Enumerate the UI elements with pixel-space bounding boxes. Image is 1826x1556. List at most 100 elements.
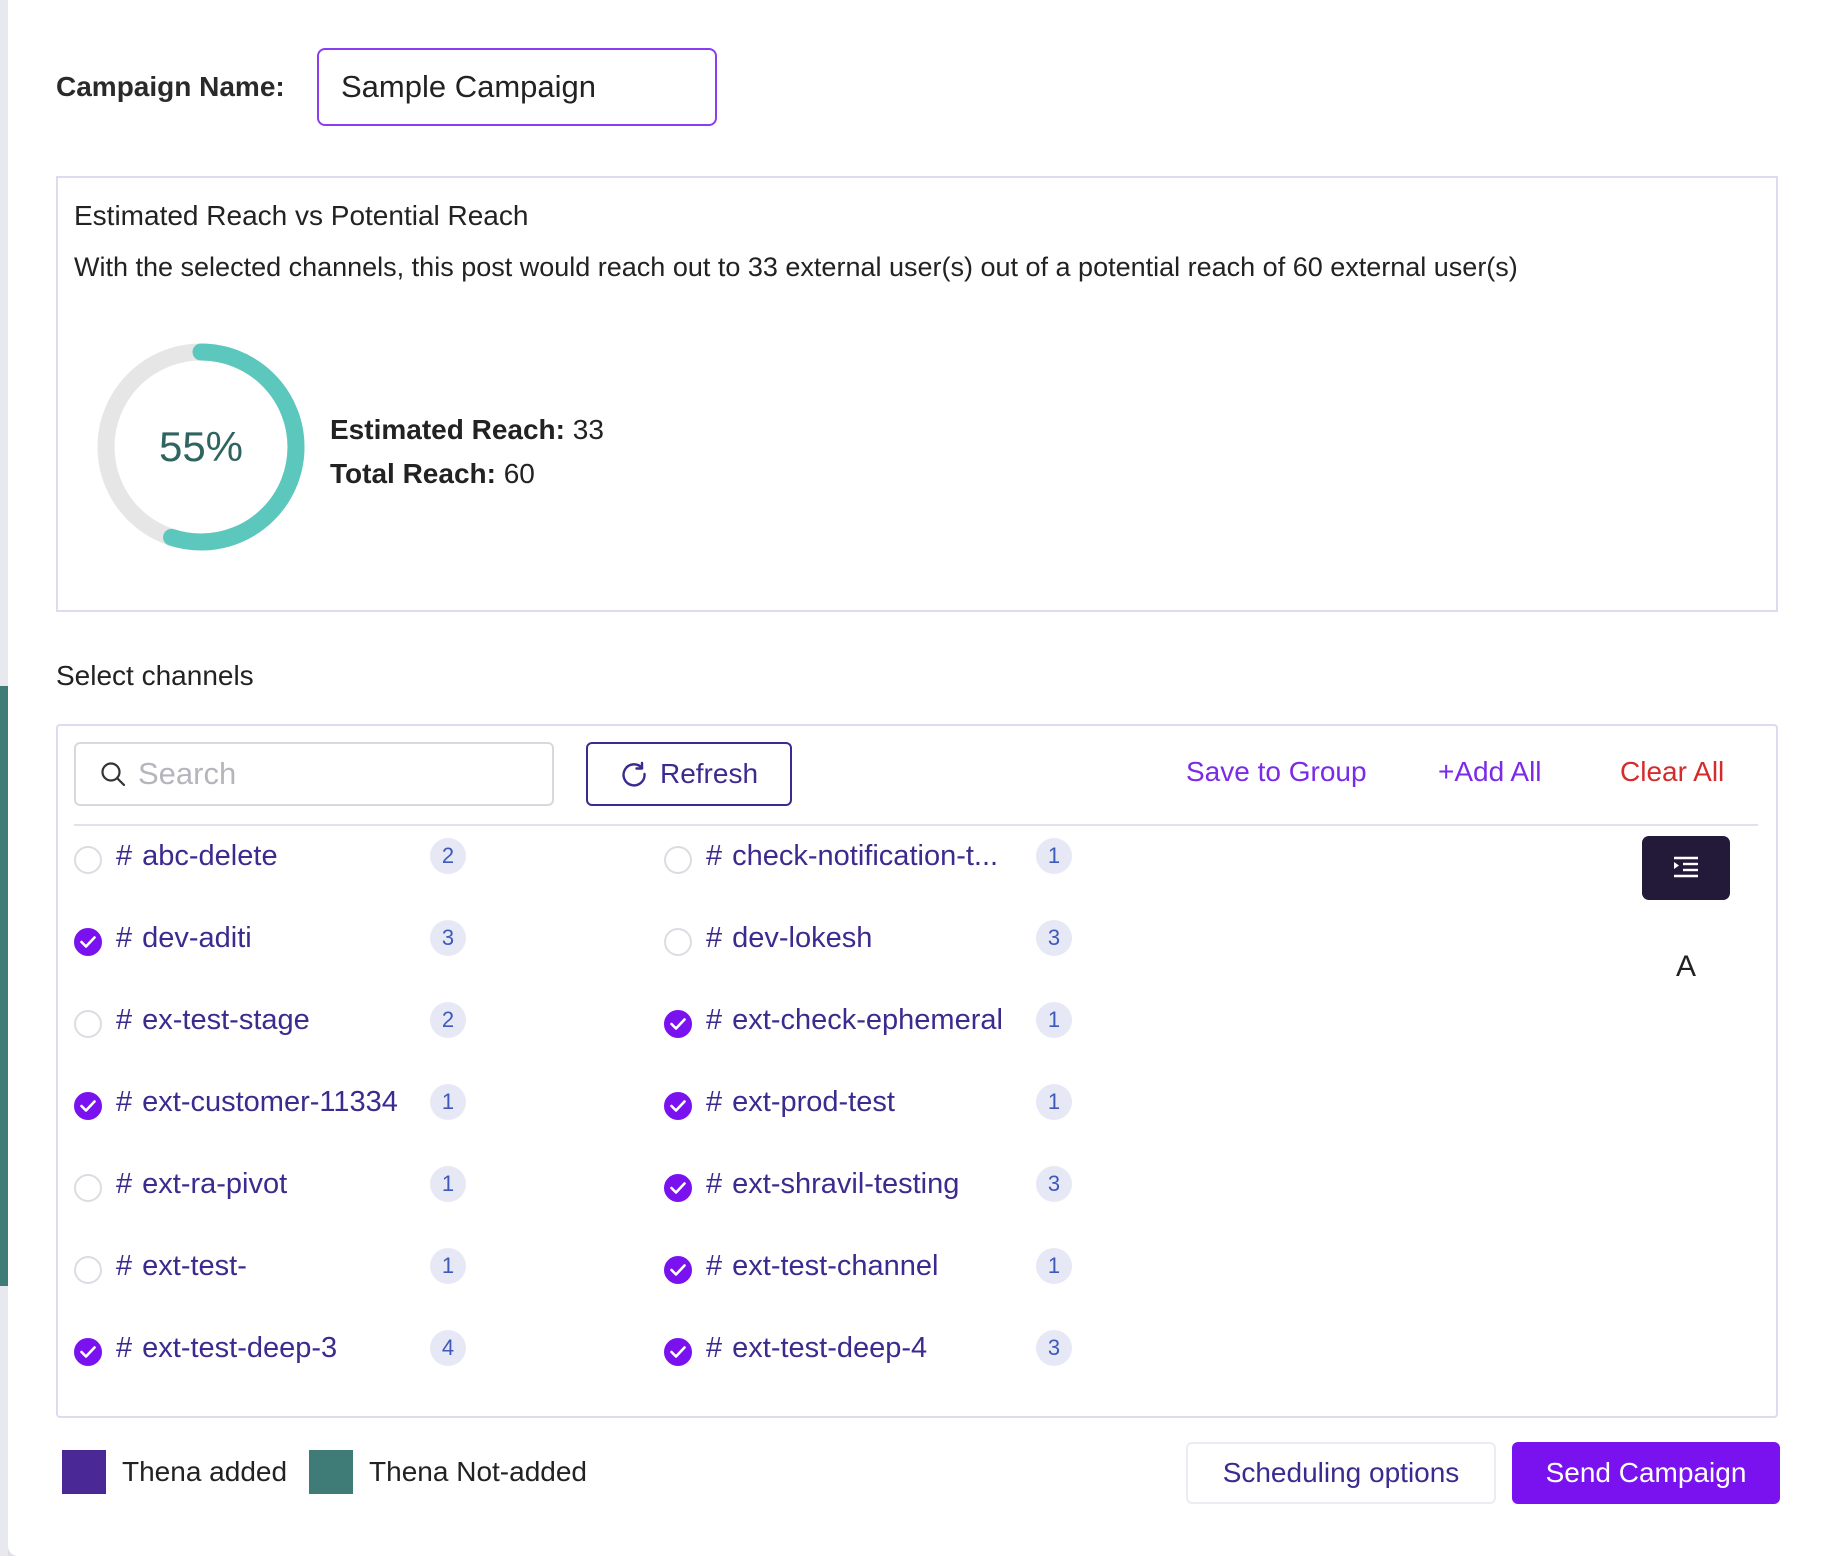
channel-name-text: ex-test-stage — [142, 1003, 310, 1036]
reach-title: Estimated Reach vs Potential Reach — [74, 200, 529, 231]
member-count-badge: 1 — [1036, 838, 1072, 874]
channel-row[interactable]: # dev-aditi 3 — [74, 914, 466, 962]
background-teal-panel — [0, 686, 8, 1286]
indent-list-button[interactable] — [1642, 836, 1730, 900]
hash-icon: # — [116, 1003, 133, 1036]
hash-icon: # — [706, 1167, 723, 1200]
channels-panel: Refresh Save to Group +Add All Clear All… — [56, 724, 1778, 1418]
channel-row[interactable]: # abc-delete 2 — [74, 832, 466, 880]
channel-checkbox[interactable] — [664, 1010, 692, 1038]
hash-icon: # — [706, 1003, 723, 1036]
check-icon — [80, 936, 96, 948]
reach-panel: Estimated Reach vs Potential Reach With … — [56, 176, 1778, 612]
search-input[interactable] — [136, 755, 520, 793]
hash-icon: # — [706, 1331, 723, 1364]
channel-name-text: ext-shravil-testing — [732, 1167, 960, 1200]
channel-checkbox[interactable] — [664, 1092, 692, 1120]
channel-name-text: ext-customer-11334 — [142, 1085, 398, 1118]
channel-row[interactable]: # ext-test-deep-3 4 — [74, 1324, 466, 1372]
channel-name-text: dev-lokesh — [732, 921, 873, 954]
refresh-button[interactable]: Refresh — [586, 742, 792, 806]
send-campaign-button[interactable]: Send Campaign — [1512, 1442, 1780, 1504]
member-count-badge: 3 — [1036, 1330, 1072, 1366]
member-count-badge: 1 — [430, 1248, 466, 1284]
indent-list-icon — [1674, 856, 1698, 878]
channel-name: # ext-prod-test — [706, 1086, 1036, 1119]
channel-row[interactable]: # ext-prod-test 1 — [664, 1078, 1072, 1126]
thena-added-swatch — [62, 1450, 106, 1494]
scheduling-options-button[interactable]: Scheduling options — [1186, 1442, 1496, 1504]
check-icon — [670, 1182, 686, 1194]
channel-row[interactable]: # ex-test-stage 2 — [74, 996, 466, 1044]
estimated-reach-value: 33 — [572, 414, 604, 445]
channel-checkbox[interactable] — [74, 1256, 102, 1284]
reach-description: With the selected channels, this post wo… — [74, 252, 1518, 282]
channel-checkbox[interactable] — [74, 1174, 102, 1202]
toolbar-divider — [74, 824, 1758, 826]
member-count-badge: 3 — [430, 920, 466, 956]
search-icon — [101, 762, 126, 787]
channel-name: # dev-aditi — [116, 922, 430, 955]
channel-row[interactable]: # check-notification-t... 1 — [664, 832, 1072, 880]
channel-checkbox[interactable] — [74, 928, 102, 956]
channel-checkbox[interactable] — [664, 846, 692, 874]
channel-name: # ext-test-channel — [706, 1250, 1036, 1283]
estimated-reach-label: Estimated Reach: — [330, 414, 565, 445]
channel-checkbox[interactable] — [664, 1174, 692, 1202]
channel-row[interactable]: # dev-lokesh 3 — [664, 914, 1072, 962]
channel-checkbox[interactable] — [74, 1010, 102, 1038]
refresh-label: Refresh — [659, 758, 759, 789]
member-count-badge: 4 — [430, 1330, 466, 1366]
thena-added-label: Thena added — [122, 1456, 288, 1487]
estimated-reach-row: Estimated Reach: 33 — [330, 408, 604, 452]
reach-stats: Estimated Reach: 33 Total Reach: 60 — [330, 408, 604, 496]
channel-row[interactable]: # ext-check-ephemeral 1 — [664, 996, 1072, 1044]
member-count-badge: 3 — [1036, 920, 1072, 956]
legend: Thena added Thena Not-added — [62, 1450, 587, 1494]
channel-name: # check-notification-t... — [706, 840, 1036, 873]
channel-checkbox[interactable] — [664, 1338, 692, 1366]
search-box[interactable] — [74, 742, 554, 806]
thena-not-added-label: Thena Not-added — [369, 1456, 587, 1487]
save-to-group-link[interactable]: Save to Group — [1186, 756, 1367, 788]
hash-icon: # — [116, 1249, 133, 1282]
channel-checkbox[interactable] — [74, 1338, 102, 1366]
channel-row[interactable]: # ext-test-channel 1 — [664, 1242, 1072, 1290]
channel-name-text: ext-test-deep-3 — [142, 1331, 338, 1364]
clear-all-link[interactable]: Clear All — [1620, 756, 1724, 788]
check-icon — [80, 1346, 96, 1358]
campaign-name-input[interactable] — [317, 48, 717, 126]
channel-row[interactable]: # ext-test-deep-4 3 — [664, 1324, 1072, 1372]
channel-checkbox[interactable] — [74, 1092, 102, 1120]
member-count-badge: 2 — [430, 838, 466, 874]
member-count-badge: 1 — [1036, 1002, 1072, 1038]
channel-checkbox[interactable] — [74, 846, 102, 874]
channel-name: # ext-test-deep-4 — [706, 1332, 1036, 1365]
channel-row[interactable]: # ext-test- 1 — [74, 1242, 466, 1290]
channel-name: # ext-shravil-testing — [706, 1168, 1036, 1201]
thena-not-added-swatch — [309, 1450, 354, 1494]
campaign-name-row: Campaign Name: — [56, 48, 717, 126]
channel-row[interactable]: # ext-shravil-testing 3 — [664, 1160, 1072, 1208]
hash-icon: # — [706, 1085, 723, 1118]
channel-name-text: dev-aditi — [142, 921, 252, 954]
hash-icon: # — [116, 921, 133, 954]
channel-name: # ext-check-ephemeral — [706, 1004, 1036, 1037]
background-page-strip — [0, 0, 8, 1556]
channel-name: # abc-delete — [116, 840, 430, 873]
check-icon — [670, 1100, 686, 1112]
channel-name-text: ext-check-ephemeral — [732, 1003, 1003, 1036]
member-count-badge: 1 — [430, 1084, 466, 1120]
member-count-badge: 2 — [430, 1002, 466, 1038]
add-all-link[interactable]: +Add All — [1438, 756, 1542, 788]
channel-checkbox[interactable] — [664, 928, 692, 956]
channel-name: # ext-test- — [116, 1250, 430, 1283]
channel-checkbox[interactable] — [664, 1256, 692, 1284]
channel-name: # dev-lokesh — [706, 922, 1036, 955]
alphabet-index-letter[interactable]: A — [1676, 950, 1696, 984]
channel-name: # ext-test-deep-3 — [116, 1332, 430, 1365]
channel-row[interactable]: # ext-ra-pivot 1 — [74, 1160, 466, 1208]
channel-row[interactable]: # ext-customer-11334 1 — [74, 1078, 466, 1126]
check-icon — [670, 1018, 686, 1030]
hash-icon: # — [116, 839, 133, 872]
